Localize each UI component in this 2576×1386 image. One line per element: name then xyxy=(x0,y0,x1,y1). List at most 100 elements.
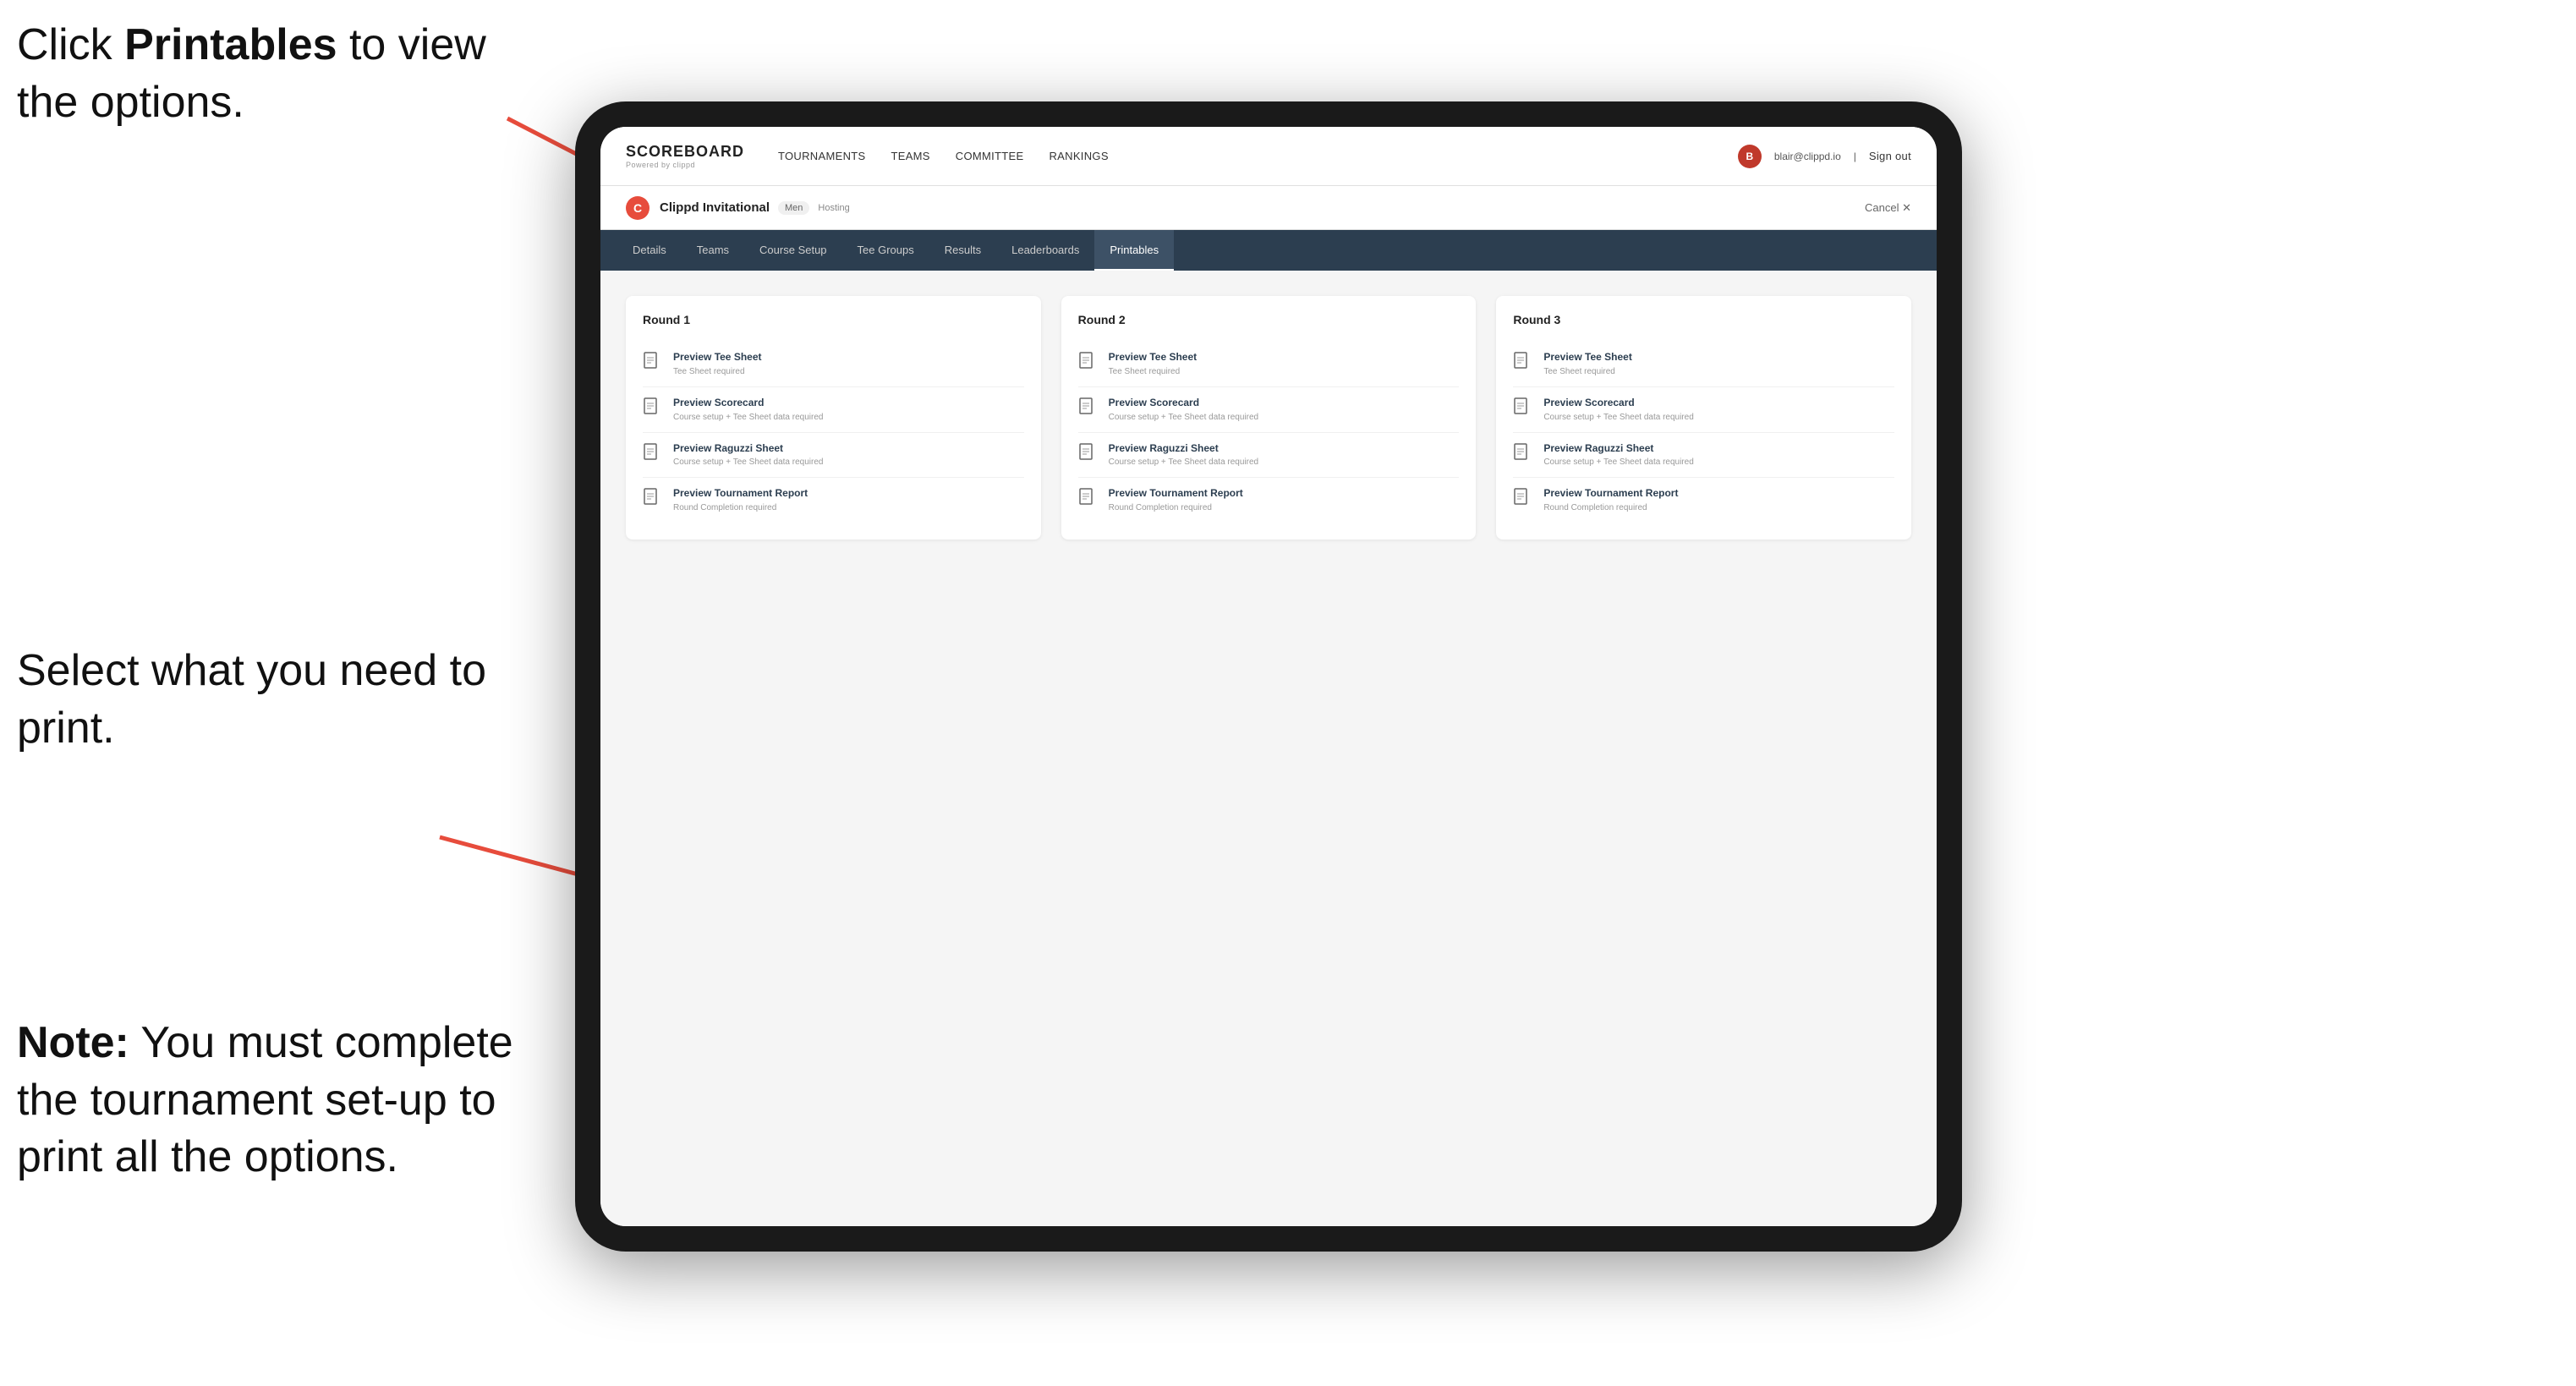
document-icon-11 xyxy=(1513,443,1533,467)
nav-committee[interactable]: COMMITTEE xyxy=(956,145,1024,167)
round-1-title: Round 1 xyxy=(643,313,1024,326)
round2-tee-sheet-label: Preview Tee Sheet xyxy=(1109,350,1198,364)
round3-tee-sheet-sub: Tee Sheet required xyxy=(1543,366,1632,378)
logo-area: SCOREBOARD Powered by clippd xyxy=(626,143,744,169)
tab-course-setup[interactable]: Course Setup xyxy=(744,230,842,271)
round1-scorecard[interactable]: Preview Scorecard Course setup + Tee She… xyxy=(643,387,1024,433)
round3-tee-sheet-text: Preview Tee Sheet Tee Sheet required xyxy=(1543,350,1632,378)
sub-nav: Details Teams Course Setup Tee Groups Re… xyxy=(600,230,1937,271)
round2-tee-sheet[interactable]: Preview Tee Sheet Tee Sheet required xyxy=(1078,342,1460,387)
round1-scorecard-label: Preview Scorecard xyxy=(673,396,823,410)
round1-raguzzi-sub: Course setup + Tee Sheet data required xyxy=(673,457,823,468)
round3-tournament-report-text: Preview Tournament Report Round Completi… xyxy=(1543,486,1678,514)
instruction-middle-text: Select what you need to print. xyxy=(17,646,486,753)
round2-raguzzi-text: Preview Raguzzi Sheet Course setup + Tee… xyxy=(1109,441,1258,469)
document-icon-3 xyxy=(643,443,663,467)
document-icon-9 xyxy=(1513,352,1533,375)
document-icon-6 xyxy=(1078,397,1099,421)
rounds-grid: Round 1 Preview Tee Sheet xyxy=(626,296,1911,540)
tablet: SCOREBOARD Powered by clippd TOURNAMENTS… xyxy=(575,101,1962,1252)
round2-tee-sheet-sub: Tee Sheet required xyxy=(1109,366,1198,378)
round2-raguzzi-sub: Course setup + Tee Sheet data required xyxy=(1109,457,1258,468)
round2-tournament-report[interactable]: Preview Tournament Report Round Completi… xyxy=(1078,478,1460,523)
sign-out-link[interactable]: Sign out xyxy=(1869,145,1911,167)
round3-raguzzi-sub: Course setup + Tee Sheet data required xyxy=(1543,457,1693,468)
round1-scorecard-text: Preview Scorecard Course setup + Tee She… xyxy=(673,396,823,424)
round2-scorecard-sub: Course setup + Tee Sheet data required xyxy=(1109,412,1258,424)
round3-tee-sheet[interactable]: Preview Tee Sheet Tee Sheet required xyxy=(1513,342,1894,387)
tournament-header: C Clippd Invitational Men Hosting Cancel… xyxy=(600,186,1937,230)
round1-raguzzi-label: Preview Raguzzi Sheet xyxy=(673,441,823,456)
round1-tournament-report-text: Preview Tournament Report Round Completi… xyxy=(673,486,808,514)
round-2-title: Round 2 xyxy=(1078,313,1460,326)
round2-raguzzi-label: Preview Raguzzi Sheet xyxy=(1109,441,1258,456)
round1-raguzzi-text: Preview Raguzzi Sheet Course setup + Tee… xyxy=(673,441,823,469)
document-icon-4 xyxy=(643,488,663,512)
tournament-logo-icon: C xyxy=(626,196,649,220)
round1-tournament-report-sub: Round Completion required xyxy=(673,502,808,514)
document-icon xyxy=(643,352,663,375)
nav-teams[interactable]: TEAMS xyxy=(891,145,929,167)
tab-results[interactable]: Results xyxy=(929,230,996,271)
instruction-middle: Select what you need to print. xyxy=(17,643,507,757)
tab-tee-groups[interactable]: Tee Groups xyxy=(842,230,929,271)
round3-raguzzi-label: Preview Raguzzi Sheet xyxy=(1543,441,1693,456)
round-2-column: Round 2 Preview Tee Sheet xyxy=(1061,296,1477,540)
round1-tournament-report-label: Preview Tournament Report xyxy=(673,486,808,501)
user-avatar: B xyxy=(1738,145,1762,168)
document-icon-10 xyxy=(1513,397,1533,421)
round3-tournament-report-sub: Round Completion required xyxy=(1543,502,1678,514)
tab-leaderboards[interactable]: Leaderboards xyxy=(996,230,1094,271)
instruction-bottom-text: Note: You must complete the tournament s… xyxy=(17,1018,513,1181)
document-icon-7 xyxy=(1078,443,1099,467)
cancel-button[interactable]: Cancel ✕ xyxy=(1865,201,1911,215)
round3-tee-sheet-label: Preview Tee Sheet xyxy=(1543,350,1632,364)
round3-scorecard[interactable]: Preview Scorecard Course setup + Tee She… xyxy=(1513,387,1894,433)
round2-raguzzi[interactable]: Preview Raguzzi Sheet Course setup + Tee… xyxy=(1078,433,1460,479)
top-nav-links: TOURNAMENTS TEAMS COMMITTEE RANKINGS xyxy=(778,145,1738,167)
nav-rankings[interactable]: RANKINGS xyxy=(1049,145,1108,167)
round-3-title: Round 3 xyxy=(1513,313,1894,326)
round1-scorecard-sub: Course setup + Tee Sheet data required xyxy=(673,412,823,424)
round1-tee-sheet[interactable]: Preview Tee Sheet Tee Sheet required xyxy=(643,342,1024,387)
round3-raguzzi-text: Preview Raguzzi Sheet Course setup + Tee… xyxy=(1543,441,1693,469)
user-email: blair@clippd.io xyxy=(1774,151,1841,162)
round3-raguzzi[interactable]: Preview Raguzzi Sheet Course setup + Tee… xyxy=(1513,433,1894,479)
round2-scorecard-label: Preview Scorecard xyxy=(1109,396,1258,410)
round3-scorecard-text: Preview Scorecard Course setup + Tee She… xyxy=(1543,396,1693,424)
tab-teams[interactable]: Teams xyxy=(682,230,744,271)
document-icon-12 xyxy=(1513,488,1533,512)
round-1-column: Round 1 Preview Tee Sheet xyxy=(626,296,1041,540)
round2-tournament-report-sub: Round Completion required xyxy=(1109,502,1243,514)
tab-printables[interactable]: Printables xyxy=(1094,230,1174,271)
top-nav-right: B blair@clippd.io | Sign out xyxy=(1738,145,1911,168)
document-icon-2 xyxy=(643,397,663,421)
document-icon-5 xyxy=(1078,352,1099,375)
nav-tournaments[interactable]: TOURNAMENTS xyxy=(778,145,865,167)
tablet-screen: SCOREBOARD Powered by clippd TOURNAMENTS… xyxy=(600,127,1937,1226)
logo-subtitle: Powered by clippd xyxy=(626,161,744,169)
tab-details[interactable]: Details xyxy=(617,230,682,271)
logo-title: SCOREBOARD xyxy=(626,143,744,161)
round1-tee-sheet-text: Preview Tee Sheet Tee Sheet required xyxy=(673,350,762,378)
top-nav: SCOREBOARD Powered by clippd TOURNAMENTS… xyxy=(600,127,1937,186)
round1-raguzzi[interactable]: Preview Raguzzi Sheet Course setup + Tee… xyxy=(643,433,1024,479)
round2-tournament-report-text: Preview Tournament Report Round Completi… xyxy=(1109,486,1243,514)
round3-scorecard-sub: Course setup + Tee Sheet data required xyxy=(1543,412,1693,424)
round2-scorecard[interactable]: Preview Scorecard Course setup + Tee She… xyxy=(1078,387,1460,433)
round3-scorecard-label: Preview Scorecard xyxy=(1543,396,1693,410)
tournament-badge: Men xyxy=(778,201,809,215)
round1-tee-sheet-label: Preview Tee Sheet xyxy=(673,350,762,364)
round2-scorecard-text: Preview Scorecard Course setup + Tee She… xyxy=(1109,396,1258,424)
tournament-name: Clippd Invitational xyxy=(660,200,770,215)
round-3-column: Round 3 Preview Tee Sheet xyxy=(1496,296,1911,540)
tournament-status: Hosting xyxy=(818,203,849,213)
round3-tournament-report[interactable]: Preview Tournament Report Round Completi… xyxy=(1513,478,1894,523)
round1-tournament-report[interactable]: Preview Tournament Report Round Completi… xyxy=(643,478,1024,523)
round2-tee-sheet-text: Preview Tee Sheet Tee Sheet required xyxy=(1109,350,1198,378)
round2-tournament-report-label: Preview Tournament Report xyxy=(1109,486,1243,501)
main-content: Round 1 Preview Tee Sheet xyxy=(600,271,1937,1226)
instruction-bottom: Note: You must complete the tournament s… xyxy=(17,1015,541,1186)
separator: | xyxy=(1854,151,1856,162)
round3-tournament-report-label: Preview Tournament Report xyxy=(1543,486,1678,501)
